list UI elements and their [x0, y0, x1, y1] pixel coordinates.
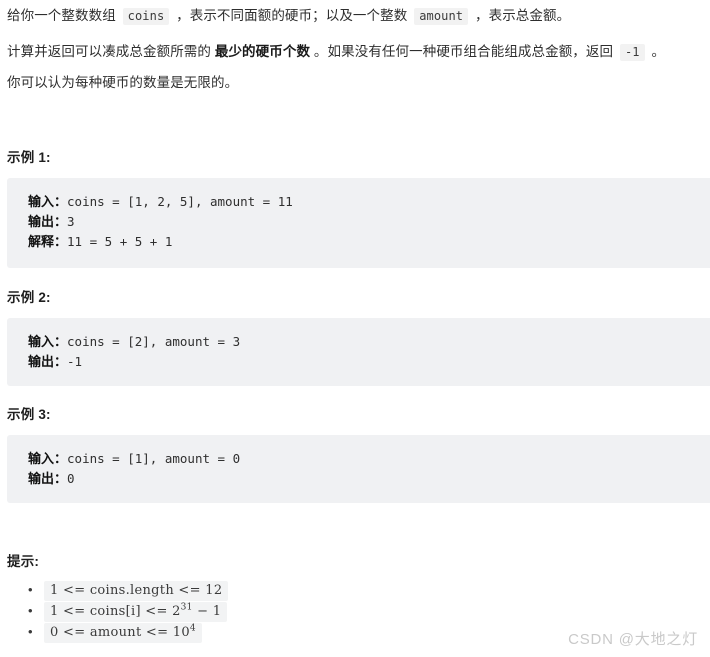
paragraph2-bold-phrase: 最少的硬币个数: [214, 44, 311, 59]
constraint-2-suffix: − 1: [192, 604, 222, 619]
example-1-explanation-label: 解释：: [28, 234, 68, 249]
constraint-formula-1: 1 <= coins.length <= 12: [44, 581, 229, 601]
description-paragraph-2: 计算并返回可以凑成总金额所需的 最少的硬币个数 。如果没有任何一种硬币组合能组成…: [0, 41, 675, 63]
example-1-explanation-value: 11 = 5 + 5 + 1: [67, 234, 173, 249]
constraint-item: 1 <= coins.length <= 12: [28, 579, 229, 601]
constraint-3-prefix: 0 <= amount <= 10: [50, 625, 190, 640]
example-3-output-value: 0: [67, 471, 75, 486]
hints-heading: 提示:: [7, 554, 40, 569]
inline-code-amount: amount: [414, 8, 469, 25]
example-2-output-value: -1: [67, 354, 83, 369]
paragraph2-segment-3: 。: [647, 44, 666, 59]
constraint-formula-2: 1 <= coins[i] <= 231 − 1: [44, 602, 228, 622]
description-paragraph-1: 给你一个整数数组 coins ，表示不同面额的硬币；以及一个整数 amount …: [0, 5, 580, 27]
constraint-2-prefix: 1 <= coins[i] <= 2: [50, 604, 181, 619]
example-1-heading: 示例 1:: [7, 150, 51, 165]
example-1-output-label: 输出：: [28, 214, 68, 229]
paragraph1-segment-3: ，表示总金额。: [471, 8, 571, 23]
paragraph2-segment-2: 。如果没有任何一种硬币组合能组成总金额，返回: [310, 44, 617, 59]
example-1-line-output: 输出：3: [28, 212, 710, 232]
constraint-item: 0 <= amount <= 104: [28, 621, 228, 643]
example-1-input-label: 输入：: [28, 194, 68, 209]
example-2-input-label: 输入：: [28, 334, 68, 349]
inline-code-coins: coins: [122, 8, 170, 25]
constraint-1-prefix: 1 <= coins.length <= 12: [50, 583, 223, 598]
example-2-code-block: 输入：coins = [2], amount = 3 输出：-1: [7, 318, 710, 386]
example-1-input-value: coins = [1, 2, 5], amount = 11: [67, 194, 293, 209]
description-paragraph-3: 你可以认为每种硬币的数量是无限的。: [7, 75, 239, 90]
example-3-input-value: coins = [1], amount = 0: [67, 451, 241, 466]
constraint-3-exponent: 4: [189, 623, 196, 634]
constraint-item: 1 <= coins[i] <= 231 − 1: [28, 600, 228, 622]
paragraph2-segment-1: 计算并返回可以凑成总金额所需的: [7, 44, 215, 59]
example-2-heading: 示例 2:: [7, 290, 51, 305]
constraints-list: 1 <= coins.length <= 12 1 <= coins[i] <=…: [0, 579, 229, 643]
example-3-output-label: 输出：: [28, 471, 68, 486]
paragraph1-segment-2: ，表示不同面额的硬币；以及一个整数: [172, 8, 412, 23]
constraint-formula-3: 0 <= amount <= 104: [44, 623, 202, 643]
example-2-line-output: 输出：-1: [28, 352, 710, 372]
example-1-output-value: 3: [67, 214, 75, 229]
csdn-watermark: CSDN @大地之灯: [568, 631, 698, 648]
example-3-line-input: 输入：coins = [1], amount = 0: [28, 449, 710, 469]
example-3-input-label: 输入：: [28, 451, 68, 466]
example-2-output-label: 输出：: [28, 354, 68, 369]
example-3-heading: 示例 3:: [7, 407, 51, 422]
inline-code-minus-one: -1: [619, 44, 645, 61]
example-1-line-input: 输入：coins = [1, 2, 5], amount = 11: [28, 192, 710, 212]
example-1-code-block: 输入：coins = [1, 2, 5], amount = 11 输出：3 解…: [7, 178, 710, 268]
constraint-2-exponent: 31: [180, 602, 193, 613]
example-3-code-block: 输入：coins = [1], amount = 0 输出：0: [7, 435, 710, 503]
example-1-line-explanation: 解释：11 = 5 + 5 + 1: [28, 232, 710, 252]
paragraph1-segment-1: 给你一个整数数组: [7, 8, 120, 23]
example-3-line-output: 输出：0: [28, 469, 710, 489]
example-2-line-input: 输入：coins = [2], amount = 3: [28, 332, 710, 352]
example-2-input-value: coins = [2], amount = 3: [67, 334, 241, 349]
problem-description-page: 给你一个整数数组 coins ，表示不同面额的硬币；以及一个整数 amount …: [0, 0, 710, 657]
